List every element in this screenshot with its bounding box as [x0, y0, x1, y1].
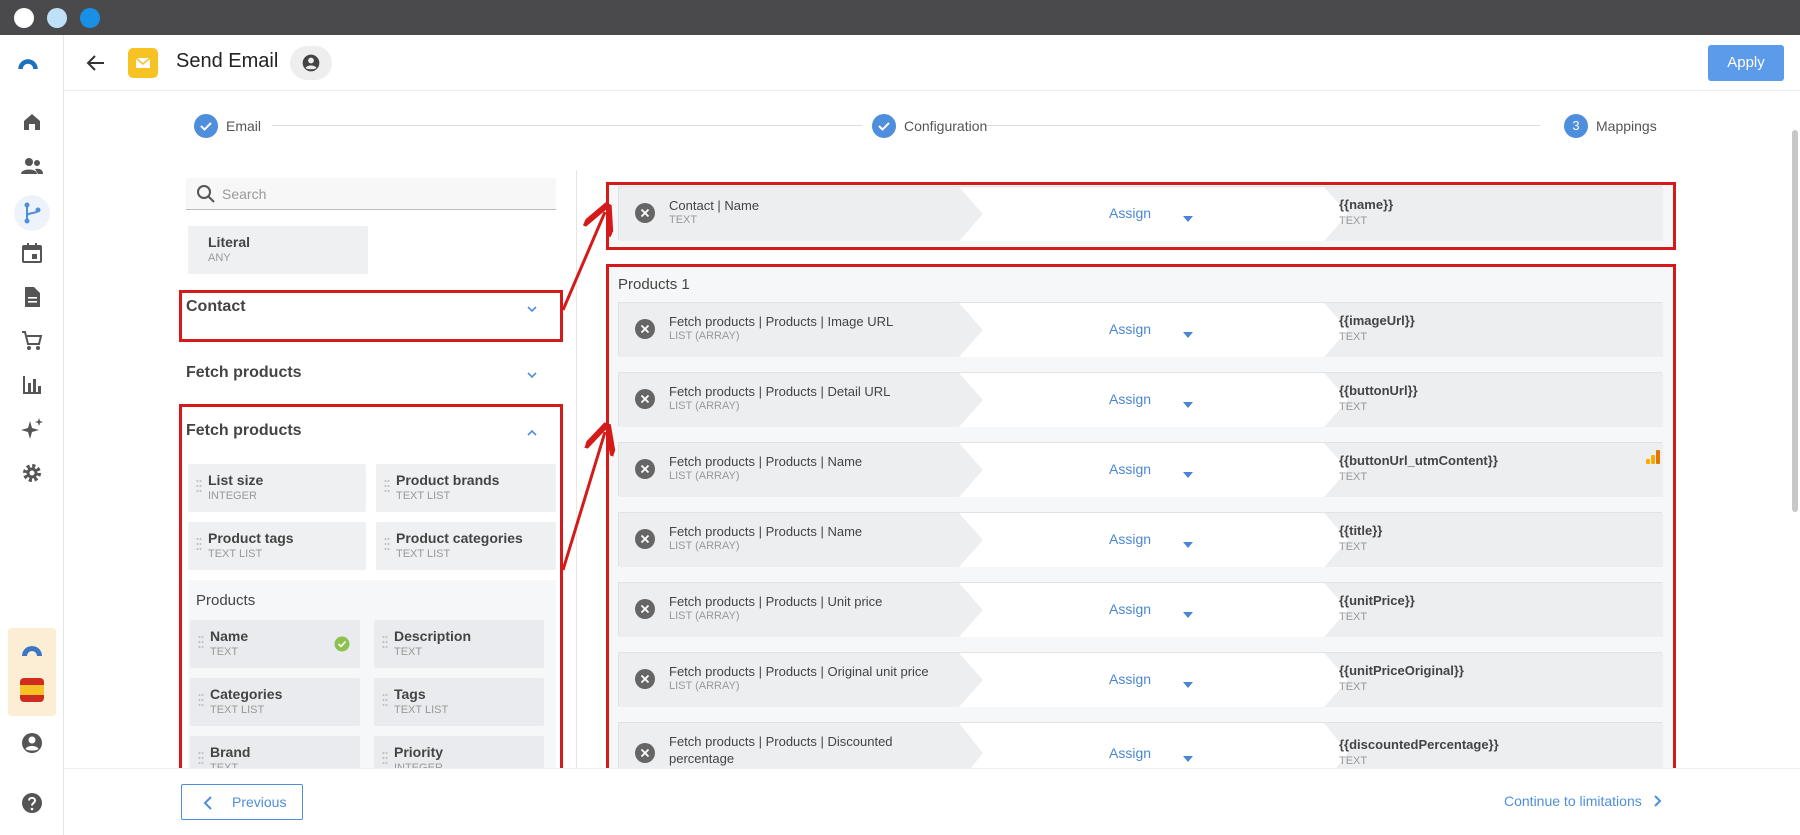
home-icon[interactable]: [20, 110, 44, 134]
cart-icon[interactable]: [20, 329, 44, 353]
section-fetch-products-collapsed[interactable]: Fetch products: [186, 352, 556, 396]
literal-field-tile[interactable]: Literal ANY: [188, 226, 368, 274]
step-label: Email: [226, 118, 262, 134]
owner-avatar-icon[interactable]: [290, 46, 332, 80]
brand-logo-icon[interactable]: [16, 51, 48, 75]
account-icon[interactable]: [20, 731, 44, 755]
step-connector: [984, 125, 1540, 126]
previous-button[interactable]: Previous: [181, 784, 303, 820]
flows-icon[interactable]: [14, 195, 50, 231]
help-icon[interactable]: [20, 791, 44, 815]
field-type: ANY: [208, 252, 231, 264]
window-titlebar: [0, 0, 1800, 35]
checkmark-icon: [872, 114, 896, 138]
progress-stepper: Email Configuration 3 Mappings: [194, 113, 1657, 139]
wizard-footer: Previous Continue to limitations: [64, 768, 1800, 835]
highlight-box-fetch-products: [179, 404, 563, 780]
step-label: Mappings: [1596, 118, 1657, 134]
ai-sparkle-icon[interactable]: [20, 417, 44, 441]
field-name: Literal: [208, 234, 251, 250]
settings-gear-icon[interactable]: [20, 461, 44, 485]
continue-label: Continue to limitations: [1504, 793, 1642, 809]
search-input[interactable]: [222, 184, 542, 204]
nav-sidebar: [0, 35, 64, 835]
step-connector: [272, 125, 862, 126]
highlight-box-contact: [179, 290, 563, 342]
panel-divider: [576, 170, 577, 770]
contacts-icon[interactable]: [20, 154, 44, 178]
highlight-box-contact-mapping: [606, 182, 1676, 250]
calendar-icon[interactable]: [20, 241, 44, 265]
search-icon: [196, 184, 216, 204]
apply-button[interactable]: Apply: [1708, 45, 1784, 81]
promo-widget[interactable]: [8, 628, 56, 716]
spain-flag-icon: [20, 678, 44, 702]
previous-label: Previous: [232, 794, 287, 810]
email-app-icon: [128, 48, 158, 78]
minimize-window-button[interactable]: [47, 8, 67, 28]
checkmark-icon: [194, 114, 218, 138]
maximize-window-button[interactable]: [80, 8, 100, 28]
page-title: Send Email: [176, 50, 279, 72]
page-header: Send Email Apply: [64, 35, 1800, 91]
step-label: Configuration: [904, 118, 988, 134]
highlight-box-products-mapping: [606, 264, 1676, 778]
analytics-icon[interactable]: [20, 373, 44, 397]
chevron-down-icon: [526, 368, 538, 380]
chevron-right-icon: [1653, 795, 1662, 807]
back-arrow-icon[interactable]: [84, 51, 108, 75]
chevron-left-icon: [203, 796, 212, 810]
close-window-button[interactable]: [14, 8, 34, 28]
page-scrollbar[interactable]: [1792, 130, 1798, 512]
section-title: Fetch products: [186, 364, 302, 381]
search-box: [186, 178, 556, 210]
document-icon[interactable]: [20, 285, 44, 309]
continue-link[interactable]: Continue to limitations: [1504, 793, 1662, 809]
step-number: 3: [1564, 114, 1588, 138]
